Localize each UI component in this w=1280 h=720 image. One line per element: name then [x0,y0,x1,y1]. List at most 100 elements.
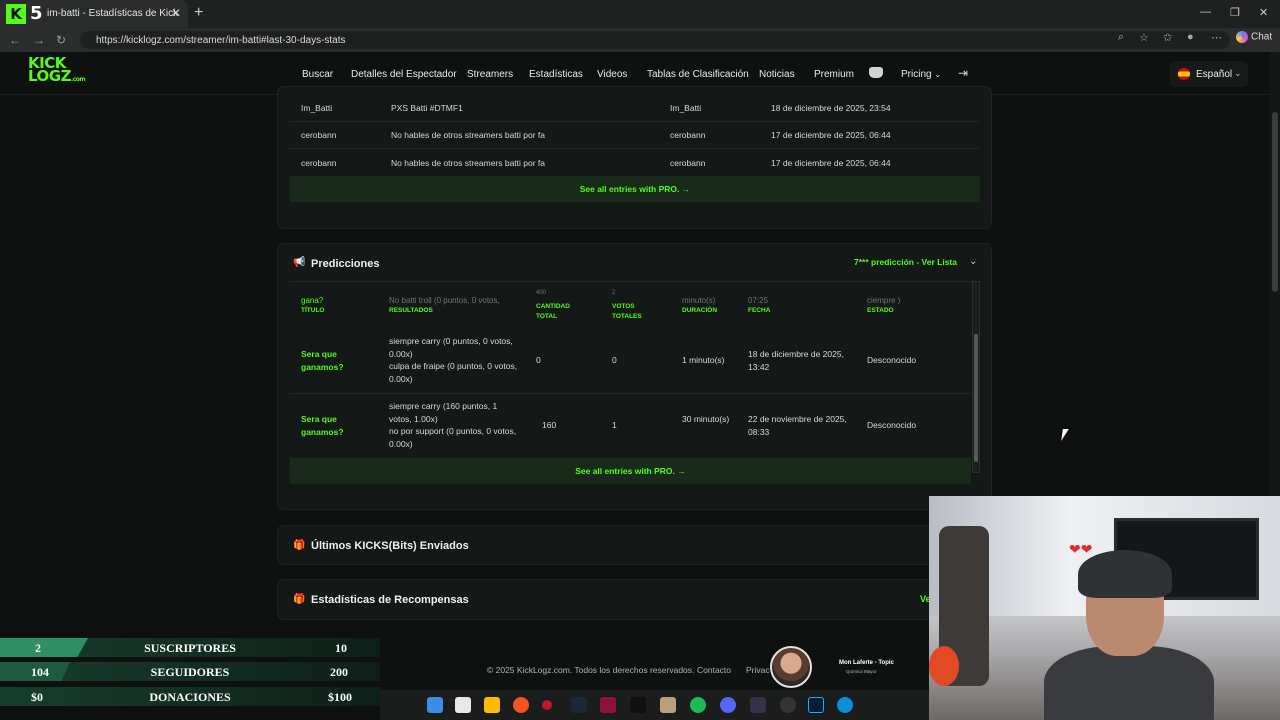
row-target: cerobann [670,158,706,168]
obs-icon[interactable] [780,697,796,713]
goal-row-subscribers: 2 SUSCRIPTORES 10 [0,636,380,659]
forward-icon[interactable]: → [33,33,45,47]
faded-cell: 07:25 [748,296,769,305]
faded-cell: No batti troll (0 puntos, 0 votos, [389,296,500,305]
webcam-person [1044,550,1214,720]
favorites-bar-icon[interactable]: ✩ [1163,31,1172,44]
footer-contact-link[interactable]: Contacto [697,665,731,675]
language-selector[interactable]: Español ⌄ [1170,61,1248,87]
kicks-title: Últimos KICKS(Bits) Enviados [311,540,469,552]
reload-icon[interactable]: ↻ [56,33,66,47]
app-icon[interactable] [513,697,529,713]
zoom-icon[interactable]: ⌕ [1118,31,1124,44]
prediction-results: siempre carry (160 puntos, 1 votos, 1.00… [389,401,517,449]
webcam-person-cap [1078,550,1172,598]
browser-tab[interactable]: K 5 im-batti - Estadísticas de Kick ✕ [0,0,188,28]
goal-label: SUSCRIPTORES [144,641,236,655]
see-all-pro-link[interactable]: See all entries with PRO. → [290,176,980,202]
browser-tab-bar: K 5 im-batti - Estadísticas de Kick ✕ + … [0,0,1280,28]
goal-current: $0 [31,690,43,704]
more-icon[interactable]: ⋯ [1211,31,1222,44]
profile-icon[interactable]: ● [1187,31,1194,43]
address-bar-row: ← → ↻ https://kicklogz.com/streamer/im-b… [0,28,1280,52]
column-header-duracion: DURACIÓN [682,307,718,314]
close-tab-icon[interactable]: ✕ [171,6,181,20]
chevron-down-icon: ⌄ [1234,68,1242,78]
nav-pricing[interactable]: Pricing ⌄ [901,69,941,80]
app-icon[interactable] [600,697,616,713]
column-header-estado: ESTADO [867,307,894,314]
see-all-pro-link[interactable]: See all entries with PRO. → [290,458,971,484]
notepad-icon[interactable] [455,697,471,713]
row-target: cerobann [670,130,706,140]
footer-privacy-link[interactable]: Privac [746,665,770,675]
goal-target: 10 [335,641,347,655]
steam-icon[interactable] [571,697,587,713]
logo-line2: LOGZ [28,67,71,85]
now-playing-artist: Química Mayor [846,669,877,674]
kicks-card[interactable]: 🎁 Últimos KICKS(Bits) Enviados [277,525,992,565]
url-field[interactable]: https://kicklogz.com/streamer/im-batti#l… [80,31,1230,49]
predictions-list-link[interactable]: 7*** predicción - Ver Lista [854,257,957,267]
nav-detalles-espectador[interactable]: Detalles del Espectador [351,69,457,80]
start-icon[interactable] [427,697,443,713]
rewards-title: Estadísticas de Recompensas [311,594,469,606]
chevron-down-icon[interactable]: ⌄ [969,256,977,267]
page-scrollbar-thumb[interactable] [1272,112,1278,292]
faded-cell: ciempre ) [867,296,901,305]
predictions-header[interactable]: 📢 Predicciones 7*** predicción - Ver Lis… [278,254,993,274]
kicklogz-logo[interactable]: KICK LOGZ.com [28,56,86,86]
favorite-icon[interactable]: ☆ [1139,31,1149,44]
goal-target: 200 [330,665,348,679]
webcam-person-body [1044,646,1214,720]
login-icon[interactable]: ⇥ [958,66,968,80]
language-label: Español [1196,69,1233,80]
chat-label: Chat [1251,31,1273,43]
prediction-amount: 0 [536,355,541,365]
prediction-status: Desconocido [867,420,917,430]
folder-icon[interactable] [484,697,500,713]
goal-target: $100 [328,690,352,704]
nav-streamers[interactable]: Streamers [467,69,513,80]
nav-videos[interactable]: Videos [597,69,627,80]
stream-goals-overlay: 2 SUSCRIPTORES 10 104 SEGUIDORES 200 $0 … [0,636,380,710]
now-playing-title: Mon Laferte - Topic [839,660,894,666]
app-icon[interactable] [750,697,766,713]
close-window-icon[interactable]: ✕ [1259,6,1268,19]
prediction-date: 22 de noviembre de 2025, 08:33 [748,414,847,437]
discord-icon[interactable] [720,697,736,713]
nav-tablas-clasificacion[interactable]: Tablas de Clasificación [647,69,749,80]
mouse-cursor-icon [1061,429,1069,441]
nav-premium[interactable]: Premium [814,69,854,80]
app-icon[interactable] [660,697,676,713]
nav-buscar[interactable]: Buscar [302,69,333,80]
predictions-scrollbar[interactable] [972,281,980,473]
prediction-status: Desconocido [867,355,917,365]
column-header-fecha: FECHA [748,307,771,314]
spotify-icon[interactable] [690,697,706,713]
app-icon[interactable] [542,700,552,710]
spain-flag-icon [1178,68,1190,80]
artist-avatar [770,646,812,688]
pricing-label: Pricing [901,69,932,80]
nav-estadisticas[interactable]: Estadísticas [529,69,583,80]
predictions-card: 📢 Predicciones 7*** predicción - Ver Lis… [277,243,992,510]
column-header-cantidad-total: CANTIDAD TOTAL [536,303,570,320]
restore-icon[interactable]: ❐ [1230,6,1240,19]
back-icon[interactable]: ← [9,33,21,47]
divider [290,121,980,122]
discord-icon[interactable] [869,67,883,78]
new-tab-icon[interactable]: + [194,4,203,22]
tiktok-icon[interactable] [630,697,646,713]
nav-noticias[interactable]: Noticias [759,69,795,80]
photoshop-icon[interactable] [808,697,824,713]
edge-icon[interactable] [837,697,853,713]
faded-cell: gana? [301,296,324,305]
minimize-icon[interactable]: — [1200,6,1211,18]
divider [290,281,980,282]
goal-row-donations: $0 DONACIONES $100 [0,685,380,708]
copilot-chat-button[interactable]: Chat [1236,31,1272,43]
predictions-scrollbar-thumb[interactable] [974,334,978,462]
rewards-card[interactable]: 🎁 Estadísticas de Recompensas Ve [277,579,992,620]
prediction-duration: 30 minuto(s) [682,414,730,424]
